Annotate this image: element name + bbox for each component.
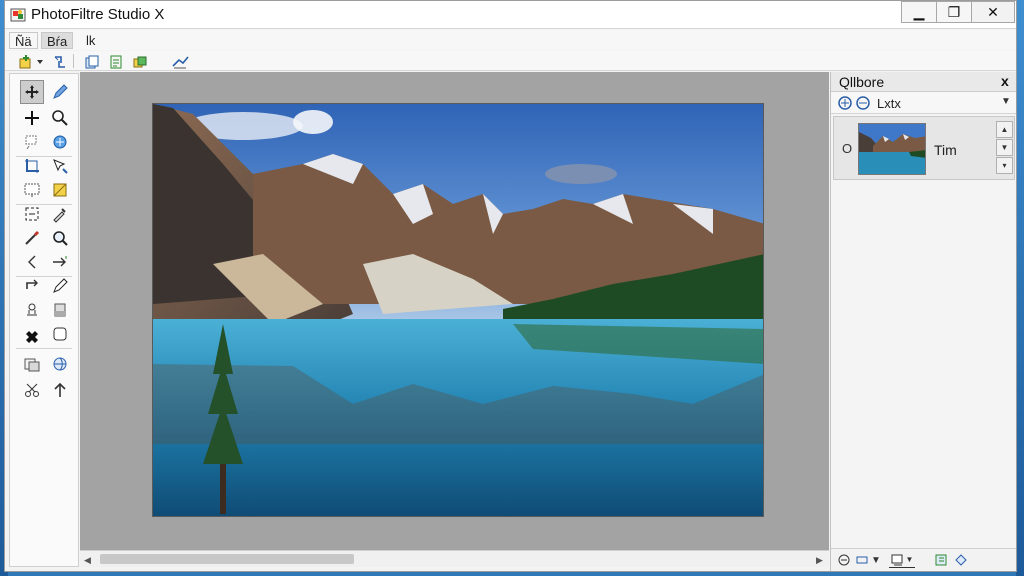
arrow-left-icon[interactable] bbox=[20, 250, 44, 274]
menu-item-3[interactable]: lk bbox=[81, 32, 100, 49]
dropdown-arrow-icon[interactable]: ▼ bbox=[1001, 96, 1011, 107]
scroll-up-icon[interactable]: ▲ bbox=[996, 121, 1013, 138]
layer-thumbnail bbox=[858, 123, 926, 175]
pen-icon[interactable] bbox=[48, 274, 72, 298]
selection-icon[interactable] bbox=[48, 154, 72, 178]
layers-panel: Qllbore x Lxtx ▼ O Tim ▲ ▼ ▾ ▼ ▼ bbox=[830, 72, 1016, 571]
stamp-icon[interactable] bbox=[20, 298, 44, 322]
menu-item-1[interactable]: Ñä bbox=[9, 32, 38, 49]
transform-icon[interactable] bbox=[51, 53, 69, 70]
copy-icon[interactable] bbox=[83, 53, 101, 70]
menu-bar: Ñä Bŕa lk bbox=[5, 30, 1016, 50]
desktop-edge-right bbox=[1016, 0, 1024, 576]
dropdown-arrow-icon[interactable]: ▼ bbox=[871, 552, 881, 568]
toolbox-separator bbox=[16, 348, 72, 349]
main-toolbar bbox=[5, 51, 1016, 71]
panel-title: Qllbore bbox=[839, 74, 885, 90]
window-title: PhotoFiltre Studio X bbox=[31, 6, 165, 23]
arrow-up-icon[interactable] bbox=[48, 378, 72, 402]
screen-select-icon[interactable] bbox=[20, 178, 44, 202]
globe-icon[interactable] bbox=[48, 352, 72, 376]
title-bar: PhotoFiltre Studio X ▁ ❐ ✕ bbox=[5, 1, 1016, 29]
zoom-icon[interactable] bbox=[48, 106, 72, 130]
minimize-icon: ▁ bbox=[913, 3, 925, 20]
crosshair-icon[interactable] bbox=[20, 106, 44, 130]
brush-icon[interactable] bbox=[20, 226, 44, 250]
app-logo-icon bbox=[10, 8, 26, 22]
dropdown-arrow-icon[interactable] bbox=[35, 53, 45, 70]
rotate-icon[interactable] bbox=[20, 274, 44, 298]
layer-properties-icon[interactable] bbox=[933, 552, 949, 568]
scroll-end-icon[interactable]: ▾ bbox=[996, 157, 1013, 174]
layer-name: Tim bbox=[934, 142, 957, 158]
new-layer-icon[interactable] bbox=[17, 53, 35, 70]
panel-footer: ▼ ▼ bbox=[831, 548, 1016, 570]
maximize-button[interactable]: ❐ bbox=[936, 1, 972, 23]
scroll-down-icon[interactable]: ▼ bbox=[996, 139, 1013, 156]
paste-icon[interactable] bbox=[107, 53, 125, 70]
layer-row[interactable]: O Tim ▲ ▼ ▾ bbox=[833, 116, 1015, 180]
close-icon: ✕ bbox=[987, 3, 999, 20]
panel-toolbar: Lxtx ▼ bbox=[831, 92, 1016, 114]
app-window: PhotoFiltre Studio X ▁ ❐ ✕ Ñä Bŕa lk ◀ ▶… bbox=[4, 0, 1017, 572]
menu-item-2[interactable]: Bŕa bbox=[41, 32, 74, 49]
magic-wand-icon[interactable] bbox=[48, 130, 72, 154]
layer-effects-icon[interactable] bbox=[953, 552, 969, 568]
close-button[interactable]: ✕ bbox=[971, 1, 1015, 23]
panel-header: Qllbore x bbox=[831, 72, 1016, 92]
layer-add-icon[interactable] bbox=[837, 95, 853, 111]
landscape-image[interactable] bbox=[152, 103, 764, 517]
scissors-icon[interactable] bbox=[20, 378, 44, 402]
layer-scrollbar[interactable]: ▲ ▼ ▾ bbox=[996, 121, 1014, 177]
lasso-icon[interactable] bbox=[20, 130, 44, 154]
opacity-control[interactable]: ▼ bbox=[889, 552, 915, 568]
smudge-icon[interactable] bbox=[48, 322, 72, 346]
fill-icon[interactable] bbox=[48, 178, 72, 202]
minimize-button[interactable]: ▁ bbox=[901, 1, 937, 23]
eraser-icon[interactable] bbox=[48, 298, 72, 322]
copy-tool-icon[interactable] bbox=[20, 352, 44, 376]
scrollbar-thumb[interactable] bbox=[100, 554, 354, 564]
arrows-icon[interactable] bbox=[48, 250, 72, 274]
toolbox bbox=[9, 73, 79, 567]
toolbar-separator bbox=[73, 54, 74, 68]
link-icon[interactable] bbox=[855, 552, 869, 568]
scroll-right-icon[interactable]: ▶ bbox=[816, 555, 823, 566]
horizontal-scrollbar[interactable]: ◀ ▶ bbox=[80, 550, 829, 567]
layers-icon[interactable] bbox=[131, 53, 149, 70]
scroll-left-icon[interactable]: ◀ bbox=[84, 555, 91, 566]
transform-icon[interactable] bbox=[20, 202, 44, 226]
panel-toolbar-label: Lxtx bbox=[877, 96, 901, 111]
layer-remove-icon[interactable] bbox=[855, 95, 871, 111]
magnifier-icon[interactable] bbox=[48, 226, 72, 250]
eyedropper-icon[interactable] bbox=[48, 202, 72, 226]
gear-icon[interactable] bbox=[20, 322, 44, 346]
maximize-icon: ❐ bbox=[947, 3, 961, 20]
pencil-icon[interactable] bbox=[48, 80, 72, 104]
panel-close-button[interactable]: x bbox=[1001, 73, 1009, 89]
move-tool-icon[interactable] bbox=[20, 80, 44, 104]
visibility-toggle-icon[interactable]: O bbox=[842, 141, 852, 156]
canvas-workspace[interactable] bbox=[80, 72, 829, 550]
adjust-icon[interactable] bbox=[171, 53, 189, 70]
blend-icon[interactable] bbox=[837, 552, 851, 568]
crop-icon[interactable] bbox=[20, 154, 44, 178]
